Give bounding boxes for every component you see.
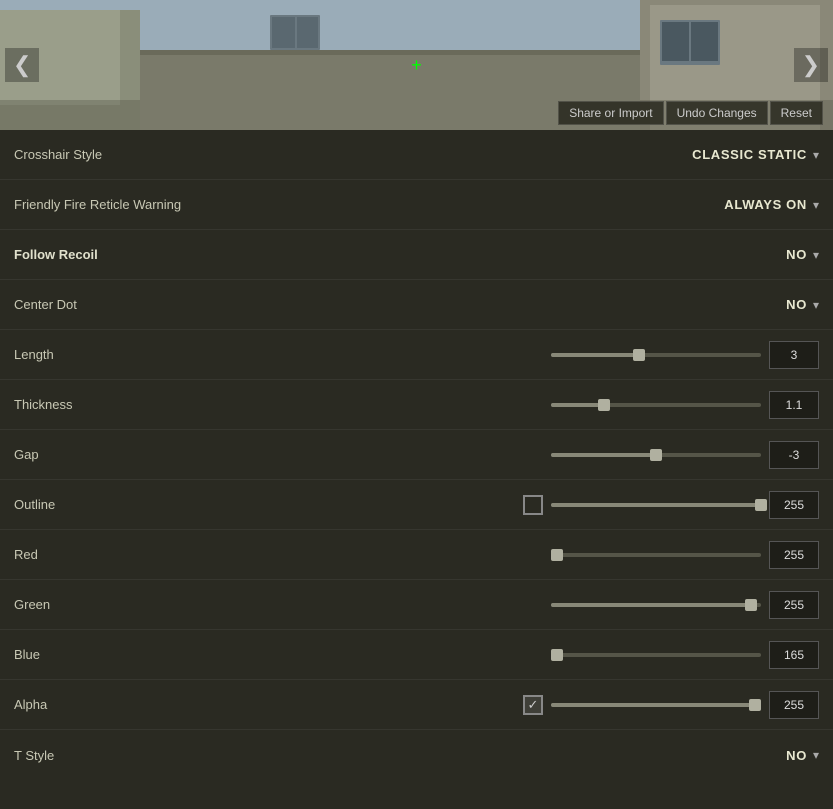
- gap-row: Gap -3: [0, 430, 833, 480]
- center-dot-chevron: ▾: [813, 298, 819, 312]
- alpha-row: Alpha ✓ 255: [0, 680, 833, 730]
- crosshair-style-dropdown[interactable]: CLASSIC STATIC ▾: [692, 147, 819, 162]
- thickness-value: 1.1: [769, 391, 819, 419]
- green-label: Green: [14, 597, 174, 612]
- blue-slider[interactable]: [551, 645, 761, 665]
- center-dot-label: Center Dot: [14, 297, 174, 312]
- prev-arrow[interactable]: ❮: [5, 48, 39, 82]
- t-style-chevron: ▾: [813, 748, 819, 762]
- preview-area: + ❮ ❯ Share or Import Undo Changes Reset: [0, 0, 833, 130]
- outline-slider-area: 255: [523, 491, 819, 519]
- green-row: Green 255: [0, 580, 833, 630]
- t-style-label: T Style: [14, 748, 174, 763]
- center-dot-value: NO: [786, 297, 807, 312]
- alpha-slider[interactable]: [551, 695, 761, 715]
- red-label: Red: [14, 547, 174, 562]
- length-label: Length: [14, 347, 174, 362]
- alpha-label: Alpha: [14, 697, 174, 712]
- outline-checkbox[interactable]: [523, 495, 543, 515]
- crosshair-style-value: CLASSIC STATIC: [692, 147, 807, 162]
- red-slider[interactable]: [551, 545, 761, 565]
- friendly-fire-row: Friendly Fire Reticle Warning ALWAYS ON …: [0, 180, 833, 230]
- crosshair-preview: +: [411, 56, 422, 74]
- follow-recoil-dropdown[interactable]: NO ▾: [786, 247, 819, 262]
- crosshair-style-row: Crosshair Style CLASSIC STATIC ▾: [0, 130, 833, 180]
- thickness-slider-area: 1.1: [551, 391, 819, 419]
- length-row: Length 3: [0, 330, 833, 380]
- green-slider-area: 255: [551, 591, 819, 619]
- follow-recoil-row: Follow Recoil NO ▾: [0, 230, 833, 280]
- blue-slider-area: 165: [551, 641, 819, 669]
- red-row: Red 255: [0, 530, 833, 580]
- red-slider-area: 255: [551, 541, 819, 569]
- gap-slider[interactable]: [551, 445, 761, 465]
- friendly-fire-value: ALWAYS ON: [724, 197, 807, 212]
- t-style-row: T Style NO ▾: [0, 730, 833, 780]
- friendly-fire-dropdown[interactable]: ALWAYS ON ▾: [724, 197, 819, 212]
- length-slider-area: 3: [551, 341, 819, 369]
- next-arrow[interactable]: ❯: [794, 48, 828, 82]
- blue-row: Blue 165: [0, 630, 833, 680]
- follow-recoil-value: NO: [786, 247, 807, 262]
- blue-value: 165: [769, 641, 819, 669]
- crosshair-style-label: Crosshair Style: [14, 147, 174, 162]
- crosshair-style-chevron: ▾: [813, 148, 819, 162]
- alpha-checkbox[interactable]: ✓: [523, 695, 543, 715]
- thickness-slider[interactable]: [551, 395, 761, 415]
- undo-changes-button[interactable]: Undo Changes: [666, 101, 768, 125]
- green-slider[interactable]: [551, 595, 761, 615]
- outline-row: Outline 255: [0, 480, 833, 530]
- gap-slider-area: -3: [551, 441, 819, 469]
- reset-button[interactable]: Reset: [770, 101, 823, 125]
- thickness-label: Thickness: [14, 397, 174, 412]
- length-value: 3: [769, 341, 819, 369]
- outline-value: 255: [769, 491, 819, 519]
- green-value: 255: [769, 591, 819, 619]
- length-slider[interactable]: [551, 345, 761, 365]
- alpha-slider-area: ✓ 255: [523, 691, 819, 719]
- settings-panel: Crosshair Style CLASSIC STATIC ▾ Friendl…: [0, 130, 833, 780]
- follow-recoil-label: Follow Recoil: [14, 247, 174, 262]
- t-style-dropdown[interactable]: NO ▾: [786, 748, 819, 763]
- friendly-fire-chevron: ▾: [813, 198, 819, 212]
- center-dot-row: Center Dot NO ▾: [0, 280, 833, 330]
- outline-label: Outline: [14, 497, 174, 512]
- outline-slider[interactable]: [551, 495, 761, 515]
- alpha-checkmark: ✓: [528, 697, 539, 713]
- toolbar: Share or Import Undo Changes Reset: [558, 101, 823, 125]
- thickness-row: Thickness 1.1: [0, 380, 833, 430]
- blue-label: Blue: [14, 647, 174, 662]
- friendly-fire-label: Friendly Fire Reticle Warning: [14, 197, 181, 212]
- alpha-value: 255: [769, 691, 819, 719]
- gap-label: Gap: [14, 447, 174, 462]
- red-value: 255: [769, 541, 819, 569]
- center-dot-dropdown[interactable]: NO ▾: [786, 297, 819, 312]
- gap-value: -3: [769, 441, 819, 469]
- follow-recoil-chevron: ▾: [813, 248, 819, 262]
- t-style-value: NO: [786, 748, 807, 763]
- share-import-button[interactable]: Share or Import: [558, 101, 663, 125]
